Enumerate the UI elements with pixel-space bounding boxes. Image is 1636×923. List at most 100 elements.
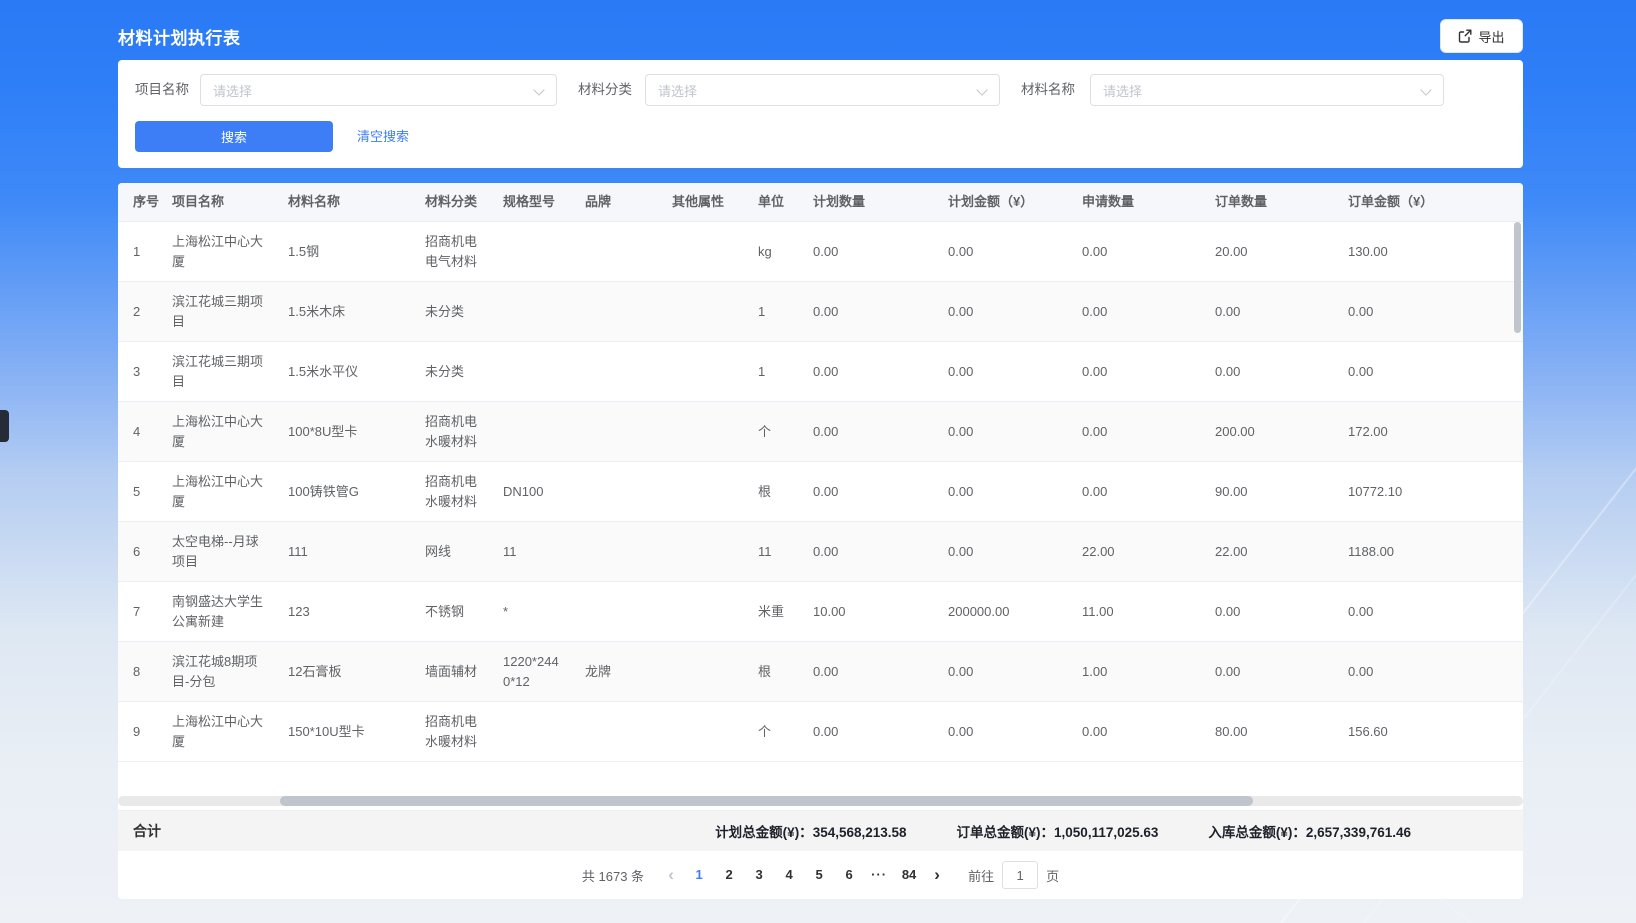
cell-project: 滨江花城三期项 目 (172, 292, 288, 332)
col-header-order-qty: 订单数量 (1215, 192, 1348, 212)
table-row: 9上海松江中心大 厦150*10U型卡招商机电 水暖材料个0.000.000.0… (118, 702, 1523, 762)
cell-plan_qty: 0.00 (813, 422, 948, 442)
filter-panel: 项目名称 请选择 材料分类 请选择 材料名称 请选择 搜索 清空搜索 (118, 60, 1523, 168)
col-header-plan-qty: 计划数量 (813, 192, 948, 212)
page-button-84[interactable]: 84 (894, 861, 924, 889)
pagination-ellipsis: ··· (864, 861, 894, 889)
chevron-down-icon (533, 84, 544, 95)
summary-row: 合计 计划总金额(¥)：354,568,213.58 订单总金额(¥)：1,05… (118, 810, 1523, 851)
export-button[interactable]: 导出 (1440, 19, 1523, 53)
goto-page-input[interactable] (1002, 861, 1038, 889)
cell-plan_amt: 0.00 (948, 542, 1082, 562)
drawer-handle[interactable] (0, 410, 9, 442)
project-name-label: 项目名称 (135, 74, 189, 106)
page-button-3[interactable]: 3 (744, 861, 774, 889)
cell-plan_qty: 0.00 (813, 482, 948, 502)
cell-plan_amt: 0.00 (948, 302, 1082, 322)
cell-order_qty: 200.00 (1215, 422, 1348, 442)
cell-category: 不锈钢 (425, 602, 503, 622)
cell-order_amt: 130.00 (1348, 242, 1523, 262)
cell-idx: 7 (118, 602, 172, 622)
cell-project: 太空电梯--月球 项目 (172, 532, 288, 572)
cell-project: 上海松江中心大 厦 (172, 472, 288, 512)
summary-label: 合计 (118, 821, 161, 841)
cell-unit: kg (758, 242, 813, 262)
cell-order_qty: 22.00 (1215, 542, 1348, 562)
cell-spec: 1220*244 0*12 (503, 652, 585, 692)
page-button-4[interactable]: 4 (774, 861, 804, 889)
cell-idx: 4 (118, 422, 172, 442)
cell-spec: DN100 (503, 482, 585, 502)
clear-search-link[interactable]: 清空搜索 (357, 121, 409, 152)
material-name-placeholder: 请选择 (1103, 81, 1142, 100)
cell-req_qty: 0.00 (1082, 422, 1215, 442)
cell-order_qty: 90.00 (1215, 482, 1348, 502)
order-total: 订单总金额(¥)：1,050,117,025.63 (957, 821, 1159, 841)
cell-order_qty: 0.00 (1215, 602, 1348, 622)
inbound-total: 入库总金额(¥)：2,657,339,761.46 (1208, 821, 1411, 841)
cell-order_amt: 172.00 (1348, 422, 1523, 442)
cell-order_amt: 0.00 (1348, 302, 1523, 322)
cell-material: 111 (288, 542, 425, 562)
table-header-row: 序号 项目名称 材料名称 材料分类 规格型号 品牌 其他属性 单位 计划数量 计… (118, 183, 1523, 222)
cell-material: 1.5钢 (288, 242, 425, 262)
cell-unit: 个 (758, 422, 813, 442)
table-row: 1上海松江中心大 厦1.5钢招商机电 电气材料kg0.000.000.0020.… (118, 222, 1523, 282)
total-count: 共 1673 条 (582, 866, 644, 885)
cell-idx: 5 (118, 482, 172, 502)
cell-category: 墙面辅材 (425, 662, 503, 682)
project-name-placeholder: 请选择 (213, 81, 252, 100)
plan-total: 计划总金额(¥)：354,568,213.58 (715, 821, 906, 841)
col-header-index: 序号 (118, 192, 172, 212)
cell-req_qty: 0.00 (1082, 362, 1215, 382)
cell-spec: * (503, 602, 585, 622)
cell-category: 招商机电 水暖材料 (425, 412, 503, 452)
chevron-down-icon (1420, 84, 1431, 95)
vertical-scrollbar[interactable] (1514, 222, 1521, 333)
horizontal-scrollbar[interactable] (280, 796, 1253, 806)
chevron-down-icon (976, 84, 987, 95)
material-category-placeholder: 请选择 (658, 81, 697, 100)
cell-project: 南钢盛达大学生 公寓新建 (172, 592, 288, 632)
cell-brand: 龙牌 (585, 662, 672, 682)
cell-req_qty: 0.00 (1082, 242, 1215, 262)
cell-idx: 6 (118, 542, 172, 562)
horizontal-scrollbar-track[interactable] (118, 796, 1523, 806)
project-name-select[interactable]: 请选择 (200, 74, 557, 106)
cell-category: 招商机电 水暖材料 (425, 472, 503, 512)
cell-plan_amt: 200000.00 (948, 602, 1082, 622)
cell-idx: 3 (118, 362, 172, 382)
cell-material: 123 (288, 602, 425, 622)
cell-req_qty: 11.00 (1082, 602, 1215, 622)
prev-page-icon[interactable]: ‹ (658, 865, 684, 885)
cell-material: 12石膏板 (288, 662, 425, 682)
cell-project: 上海松江中心大 厦 (172, 412, 288, 452)
col-header-project: 项目名称 (172, 192, 288, 212)
next-page-icon[interactable]: › (924, 865, 950, 885)
cell-req_qty: 1.00 (1082, 662, 1215, 682)
table-row: 6太空电梯--月球 项目111网线11110.000.0022.0022.001… (118, 522, 1523, 582)
cell-plan_amt: 0.00 (948, 722, 1082, 742)
cell-plan_qty: 0.00 (813, 242, 948, 262)
cell-material: 100铸铁管G (288, 482, 425, 502)
cell-unit: 根 (758, 662, 813, 682)
col-header-order-amount: 订单金额（¥） (1348, 192, 1523, 212)
search-button[interactable]: 搜索 (135, 121, 333, 152)
table-row: 3滨江花城三期项 目1.5米水平仪未分类10.000.000.000.000.0… (118, 342, 1523, 402)
material-category-select[interactable]: 请选择 (645, 74, 1000, 106)
page-button-6[interactable]: 6 (834, 861, 864, 889)
table-row: 7南钢盛达大学生 公寓新建123不锈钢*米重10.00200000.0011.0… (118, 582, 1523, 642)
table-row: 2滨江花城三期项 目1.5米木床未分类10.000.000.000.000.00 (118, 282, 1523, 342)
cell-idx: 9 (118, 722, 172, 742)
page-button-2[interactable]: 2 (714, 861, 744, 889)
col-header-unit: 单位 (758, 192, 813, 212)
material-name-select[interactable]: 请选择 (1090, 74, 1444, 106)
cell-order_amt: 0.00 (1348, 662, 1523, 682)
table-row: 8滨江花城8期项 目-分包12石膏板墙面辅材1220*244 0*12龙牌根0.… (118, 642, 1523, 702)
page-button-1[interactable]: 1 (684, 861, 714, 889)
page-button-5[interactable]: 5 (804, 861, 834, 889)
col-header-material: 材料名称 (288, 192, 425, 212)
material-category-label: 材料分类 (578, 74, 632, 106)
cell-plan_amt: 0.00 (948, 362, 1082, 382)
cell-req_qty: 22.00 (1082, 542, 1215, 562)
